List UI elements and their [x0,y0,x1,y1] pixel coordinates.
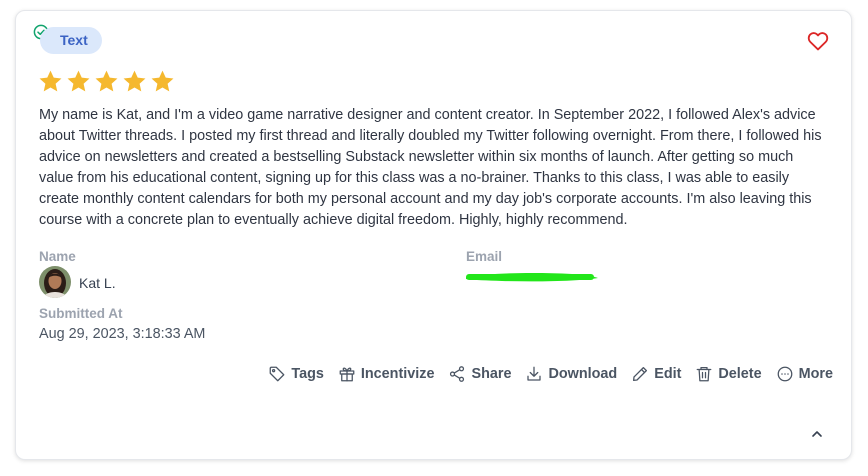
tags-button[interactable]: Tags [268,365,324,383]
name-value: Kat L. [79,275,116,291]
action-bar: Tags Incentivize Share Download Edit Del… [268,365,833,383]
pencil-icon [633,366,648,382]
star-icon [39,70,62,92]
star-icon [151,70,174,92]
more-circle-icon [777,366,792,382]
download-button[interactable]: Download [525,365,617,383]
review-text: My name is Kat, and I'm a video game nar… [39,107,822,228]
type-badge: Text [40,27,102,54]
download-label: Download [548,366,618,382]
avatar [39,266,71,298]
edit-label: Edit [654,366,682,382]
name-label: Name [39,249,76,264]
trash-icon [697,366,712,382]
star-icon [67,70,90,92]
submitted-value: Aug 29, 2023, 3:18:33 AM [39,326,206,342]
submitted-label: Submitted At [39,306,123,321]
email-redaction [466,273,598,282]
tag-icon [269,366,285,382]
edit-button[interactable]: Edit [631,365,681,383]
incentivize-label: Incentivize [360,366,435,382]
star-icon [123,70,146,92]
heart-icon[interactable] [807,31,829,51]
email-label: Email [466,249,503,264]
share-button[interactable]: Share [448,365,511,383]
more-label: More [798,366,833,382]
more-button[interactable]: More [776,365,833,383]
download-icon [527,366,542,381]
share-label: Share [471,366,512,382]
avatar-image [39,266,71,298]
gift-icon [339,367,355,382]
delete-button[interactable]: Delete [695,365,762,383]
chevron-up-icon[interactable] [809,426,825,442]
star-icon [95,70,118,92]
share-icon [450,366,465,382]
delete-label: Delete [718,366,762,382]
star-rating [38,69,175,94]
testimonial-card: Text My name is Kat, and I'm a video gam… [15,10,852,460]
tags-label: Tags [291,366,324,382]
incentivize-button[interactable]: Incentivize [338,365,435,383]
